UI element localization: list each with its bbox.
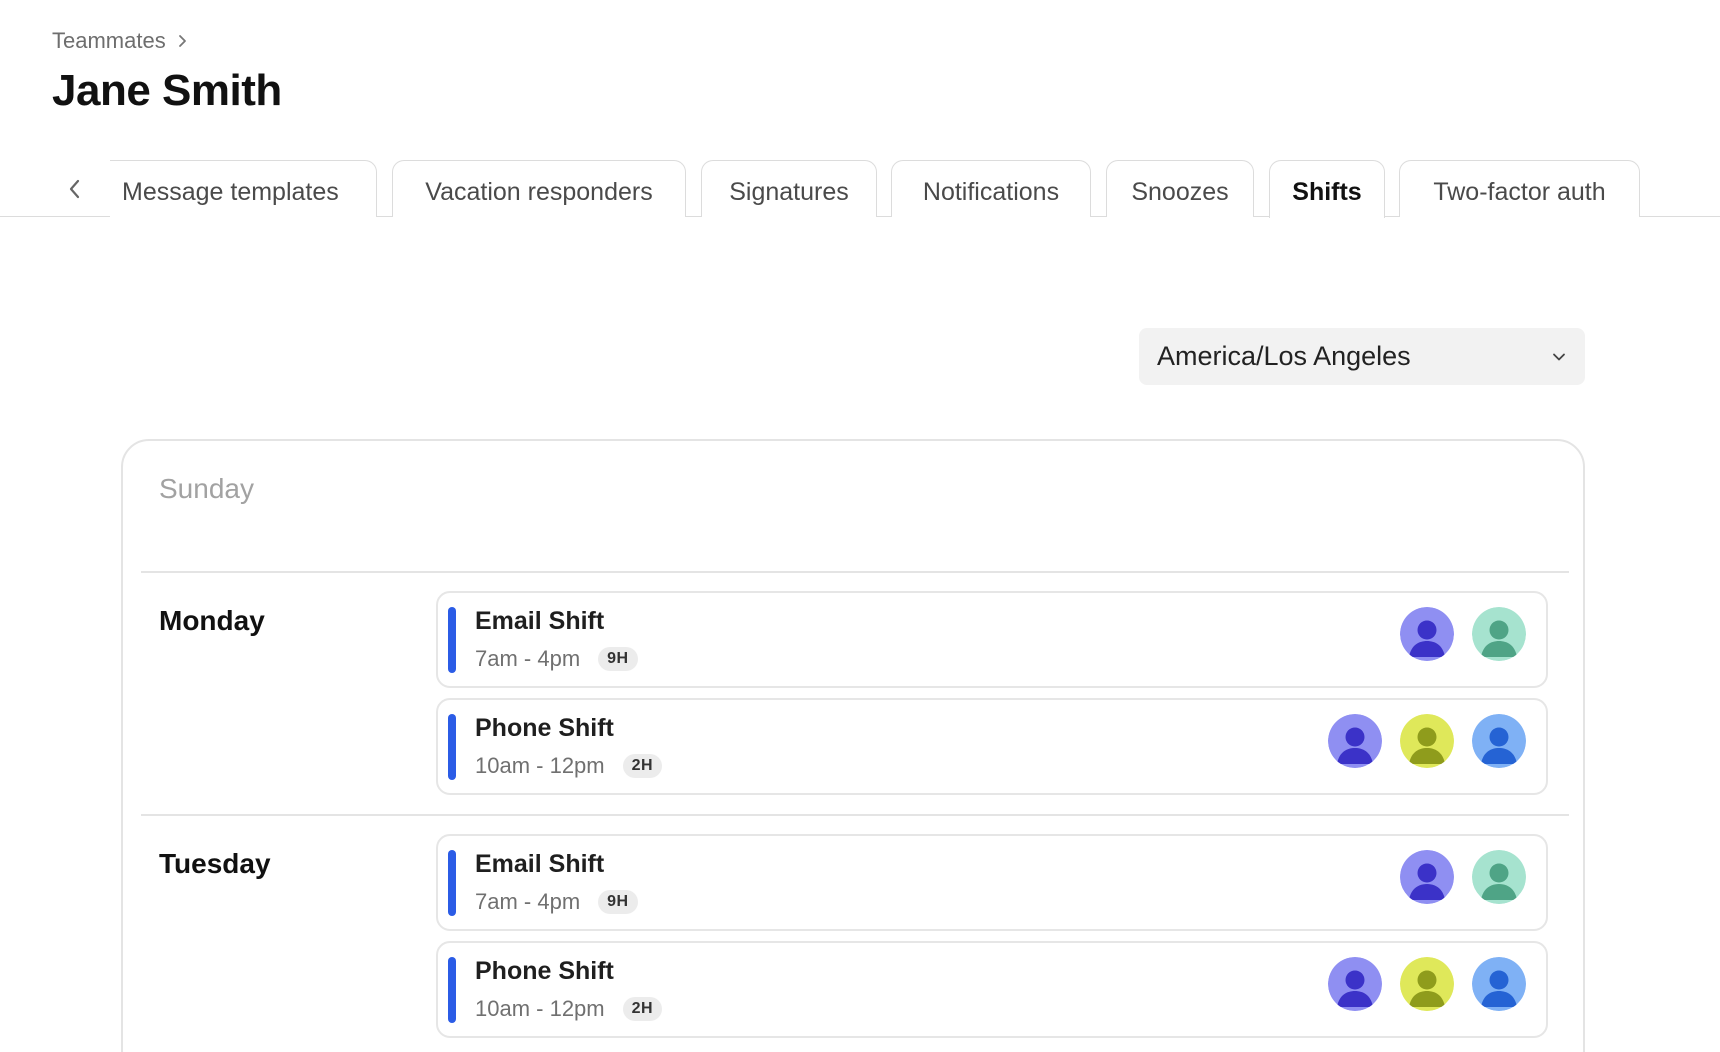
tab-label: Snoozes [1131, 177, 1229, 206]
avatar[interactable] [1400, 607, 1454, 661]
avatar[interactable] [1400, 714, 1454, 768]
tab-label: Signatures [729, 177, 849, 206]
shift-color-bar [448, 714, 456, 780]
user-icon [1328, 714, 1382, 768]
shift-card-email[interactable]: Email Shift 7am - 4pm 9H [436, 834, 1548, 931]
tab-signatures[interactable]: Signatures [701, 160, 877, 217]
shift-time-row: 7am - 4pm 9H [475, 889, 638, 915]
shift-assignees [1328, 714, 1526, 768]
avatar[interactable] [1400, 850, 1454, 904]
shift-time-row: 7am - 4pm 9H [475, 646, 638, 672]
avatar[interactable] [1472, 957, 1526, 1011]
shift-time-row: 10am - 12pm 2H [475, 753, 663, 779]
tab-label: Shifts [1292, 178, 1362, 206]
shift-assignees [1400, 607, 1526, 661]
tab-label: Message templates [122, 177, 339, 206]
avatar[interactable] [1328, 957, 1382, 1011]
settings-tabs: Message templates Vacation responders Si… [0, 160, 1720, 218]
shift-duration-badge: 2H [622, 997, 663, 1021]
tab-notifications[interactable]: Notifications [891, 160, 1091, 217]
shift-time: 10am - 12pm [475, 996, 605, 1021]
chevron-down-icon [1553, 353, 1565, 360]
user-icon [1400, 714, 1454, 768]
shift-card-email[interactable]: Email Shift 7am - 4pm 9H [436, 591, 1548, 688]
shift-title: Phone Shift [475, 957, 614, 985]
chevron-right-icon [178, 35, 186, 47]
avatar[interactable] [1472, 607, 1526, 661]
tab-label: Notifications [922, 177, 1060, 206]
shift-time: 10am - 12pm [475, 753, 605, 778]
breadcrumb: Teammates [52, 28, 190, 54]
shifts-settings-page: Teammates Jane Smith Message templates V… [0, 0, 1720, 1052]
shift-title: Email Shift [475, 850, 605, 878]
user-icon [1472, 714, 1526, 768]
avatar[interactable] [1328, 714, 1382, 768]
tab-message-templates[interactable]: Message templates [110, 160, 377, 217]
user-icon [1472, 850, 1526, 904]
tab-snoozes[interactable]: Snoozes [1106, 160, 1254, 217]
tab-label: Two-factor auth [1433, 177, 1606, 206]
shift-assignees [1400, 850, 1526, 904]
user-icon [1472, 607, 1526, 661]
tabs-scroll-left-button[interactable] [62, 176, 88, 202]
shift-title: Phone Shift [475, 714, 614, 742]
day-label: Monday [159, 605, 265, 636]
shift-card-phone[interactable]: Phone Shift 10am - 12pm 2H [436, 698, 1548, 795]
shift-assignees [1328, 957, 1526, 1011]
user-icon [1400, 607, 1454, 661]
avatar[interactable] [1400, 957, 1454, 1011]
shift-duration-badge: 9H [598, 647, 638, 671]
shift-color-bar [448, 957, 456, 1023]
shift-duration-badge: 2H [622, 754, 663, 778]
timezone-select[interactable]: America/Los Angeles [1139, 328, 1585, 385]
tab-label: Vacation responders [425, 177, 653, 206]
day-label: Tuesday [159, 848, 271, 879]
user-icon [1400, 957, 1454, 1011]
shift-time: 7am - 4pm [475, 646, 581, 671]
user-icon [1472, 957, 1526, 1011]
avatar[interactable] [1472, 850, 1526, 904]
shift-color-bar [448, 850, 456, 916]
day-row-monday: Monday Email Shift 7am - 4pm 9H Phone Sh… [141, 571, 1569, 814]
tab-vacation-responders[interactable]: Vacation responders [392, 160, 686, 217]
shift-duration-badge: 9H [598, 890, 638, 914]
day-row-sunday: Sunday [141, 441, 1569, 571]
user-icon [1328, 957, 1382, 1011]
tab-two-factor-auth[interactable]: Two-factor auth [1399, 160, 1640, 217]
shift-title: Email Shift [475, 607, 605, 635]
shift-time-row: 10am - 12pm 2H [475, 996, 663, 1022]
breadcrumb-teammates-link[interactable]: Teammates [52, 28, 166, 54]
chevron-left-icon [69, 179, 80, 199]
avatar[interactable] [1472, 714, 1526, 768]
tab-shifts[interactable]: Shifts [1269, 160, 1385, 218]
day-label: Sunday [159, 473, 254, 504]
weekly-schedule: Sunday Monday Email Shift 7am - 4pm 9H P… [121, 439, 1585, 1052]
shift-color-bar [448, 607, 456, 673]
day-row-tuesday: Tuesday Email Shift 7am - 4pm 9H Phone S… [141, 814, 1569, 1052]
page-title: Jane Smith [52, 66, 282, 115]
user-icon [1400, 850, 1454, 904]
shift-time: 7am - 4pm [475, 889, 581, 914]
shift-card-phone[interactable]: Phone Shift 10am - 12pm 2H [436, 941, 1548, 1038]
timezone-select-value: America/Los Angeles [1157, 341, 1411, 371]
